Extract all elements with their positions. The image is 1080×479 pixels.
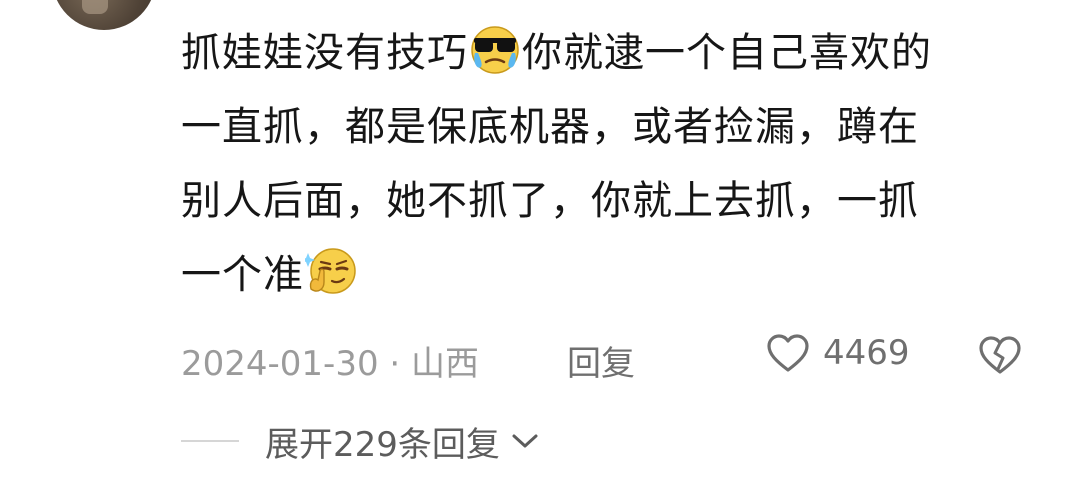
comment-line-1: 抓娃娃没有技巧 你就逮一个自己喜欢的 xyxy=(181,16,1041,90)
chevron-down-icon xyxy=(512,434,538,448)
avatar[interactable] xyxy=(52,0,156,30)
date-location: 2024-01-30 · 山西 xyxy=(181,344,480,384)
cool-sunglasses-emoji-icon xyxy=(471,26,519,74)
broken-heart-icon[interactable] xyxy=(976,334,1024,376)
expand-replies-button[interactable]: 展开229条回复 xyxy=(181,418,540,465)
divider xyxy=(181,440,239,442)
comment-segment: 你就逮一个自己喜欢的 xyxy=(522,30,932,76)
comment-line-4: 一个准 xyxy=(181,238,1041,312)
comment-text: 抓娃娃没有技巧 你就逮一个自己喜欢的 一直抓，都是保底机器，或者捡漏，蹲在 别人… xyxy=(181,16,1041,312)
comment-meta: 2024-01-30 · 山西 回复 4469 xyxy=(181,330,1041,384)
reply-button[interactable]: 回复 xyxy=(567,336,635,385)
comment-line-2: 一直抓，都是保底机器，或者捡漏，蹲在 xyxy=(181,104,919,150)
smug-thinking-emoji-icon xyxy=(305,248,356,294)
comment-segment: 一个准 xyxy=(181,252,304,298)
like-button[interactable]: 4469 xyxy=(765,332,910,374)
heart-outline-icon xyxy=(767,334,809,372)
expand-replies-label: 展开229条回复 xyxy=(265,424,500,465)
comment-segment: 抓娃娃没有技巧 xyxy=(181,30,468,76)
like-count: 4469 xyxy=(823,333,910,373)
comment-line-3: 别人后面，她不抓了，你就上去抓，一抓 xyxy=(181,178,919,224)
